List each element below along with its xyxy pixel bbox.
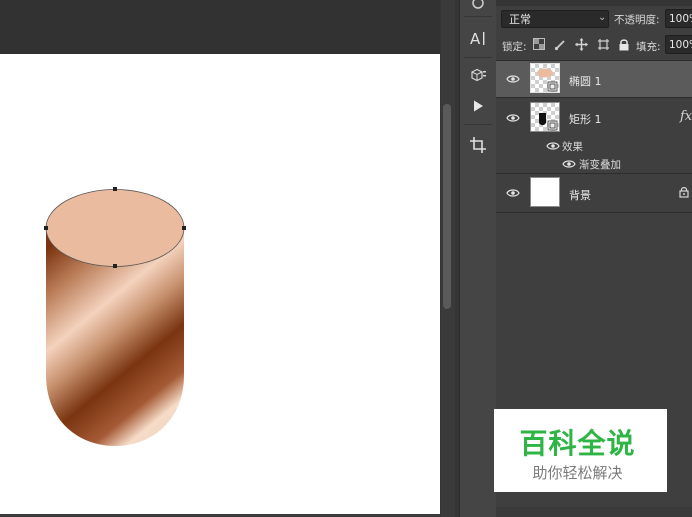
play-actions-icon[interactable] (466, 95, 490, 117)
layer-row-rectangle[interactable]: 矩形 1 fx (496, 98, 692, 136)
anchor-point-left (44, 226, 48, 230)
fx-icon[interactable]: fx (680, 109, 692, 124)
blend-mode-select[interactable]: 正常 (501, 10, 609, 28)
effects-label: 效果 (562, 141, 583, 153)
crop-icon[interactable] (466, 134, 490, 156)
anchor-point-top (113, 187, 117, 191)
effects-visibility-eye-icon[interactable] (546, 141, 560, 151)
watermark-title: 百科全说 (519, 427, 636, 460)
lock-all-icon[interactable] (617, 38, 631, 52)
visibility-eye-icon[interactable] (506, 113, 520, 123)
gradient-overlay-label: 渐变叠加 (579, 159, 621, 171)
layer-row-background[interactable]: 背景 (496, 174, 692, 212)
3d-object-icon[interactable] (466, 65, 490, 87)
opacity-input[interactable]: 100% (665, 9, 692, 28)
document-canvas[interactable] (0, 54, 440, 517)
layer-name-background[interactable]: 背景 (569, 187, 591, 203)
layer-row-ellipse[interactable]: 椭圆 1 (496, 61, 692, 97)
layers-panel-header (496, 0, 692, 6)
svg-text:A: A (470, 30, 481, 46)
cylinder-artwork (44, 187, 186, 446)
effects-row[interactable]: 效果 (496, 136, 692, 154)
canvas-top-gutter (0, 0, 440, 54)
lock-artboard-icon[interactable] (596, 38, 610, 52)
layer-thumbnail-ellipse[interactable] (530, 63, 560, 93)
lock-label: 锁定: (502, 41, 527, 53)
character-panel-icon[interactable]: A (466, 27, 490, 49)
blend-mode-value: 正常 (509, 13, 531, 26)
layers-panel-footer (496, 507, 692, 517)
history-icon[interactable] (466, 0, 490, 14)
anchor-point-bottom (113, 264, 117, 268)
visibility-eye-icon[interactable] (506, 188, 520, 198)
layer-thumbnail-background[interactable] (530, 177, 560, 207)
lock-position-icon[interactable] (574, 38, 588, 52)
panel-icon-strip: A (459, 0, 497, 517)
fill-label: 填充: (636, 41, 661, 53)
vertical-scrollbar-thumb[interactable] (443, 104, 451, 309)
chevron-down-icon: ⌄ (598, 12, 607, 23)
fill-input[interactable]: 100% (665, 35, 692, 54)
lock-image-pixels-icon[interactable] (553, 38, 567, 52)
anchor-point-right (182, 226, 186, 230)
visibility-eye-icon[interactable] (506, 74, 520, 84)
lock-transparent-pixels-icon[interactable] (532, 38, 546, 52)
watermark-subtitle: 助你轻松解决 (532, 464, 623, 482)
opacity-label: 不透明度: (614, 14, 660, 26)
gradient-overlay-visibility-eye-icon[interactable] (562, 159, 576, 169)
layer-name-rectangle[interactable]: 矩形 1 (569, 111, 602, 127)
layer-lock-icon (679, 187, 689, 198)
gradient-overlay-effect-row[interactable]: 渐变叠加 (496, 154, 692, 172)
cylinder-top-ellipse (45, 189, 185, 267)
layer-thumbnail-rectangle[interactable] (530, 102, 560, 132)
layer-name-ellipse[interactable]: 椭圆 1 (569, 73, 602, 89)
